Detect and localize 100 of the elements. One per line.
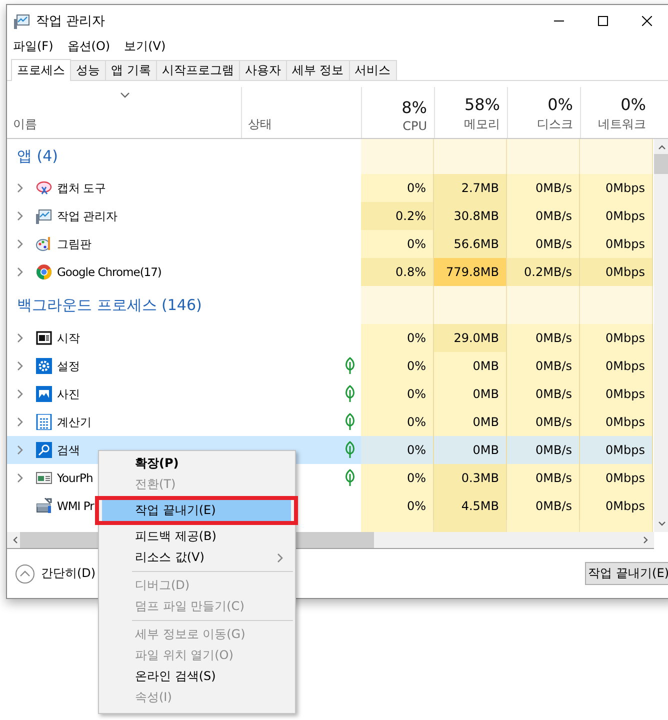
collapse-button[interactable]: 간단히(D) [15,564,96,584]
table-cell: 0MB/s [507,230,580,258]
table-cell: 0Mbps [580,436,653,464]
process-name[interactable]: 그림판 [57,236,92,252]
table-cell: 0Mbps [580,202,653,230]
maximize-icon[interactable] [598,16,608,26]
process-name[interactable]: 작업 관리자 [57,208,118,224]
expand-chevron-icon[interactable] [17,239,23,249]
process-name[interactable]: 시작 [57,330,80,346]
calculator-icon [36,414,52,430]
table-cell: 0MB [434,436,507,464]
expand-chevron-icon[interactable] [17,211,23,221]
process-name[interactable]: 사진 [57,386,80,402]
expand-chevron-icon[interactable] [17,417,23,427]
expand-chevron-icon[interactable] [17,183,23,193]
expand-chevron-icon[interactable] [17,267,23,277]
table-cell: 0Mbps [580,380,653,408]
menu-item[interactable]: 옵션(O) [67,38,110,54]
table-cell: 0Mbps [580,464,653,492]
group-heading: 앱 (4) [16,147,60,166]
table-cell: 0.3MB [434,464,507,492]
table-cell: 0.2% [361,202,434,230]
table-cell: 0% [361,380,434,408]
search-icon [36,442,52,458]
scrollbar-thumb[interactable] [654,154,668,174]
table-cell: 2.7MB [434,174,507,202]
tab[interactable]: 서비스 [348,60,397,80]
context-menu-item[interactable]: 확장(P) [102,453,293,474]
column-header[interactable]: 네트워크 [598,116,646,133]
table-cell: 0MB/s [507,324,580,352]
process-name[interactable]: 계산기 [57,414,92,430]
context-menu-item[interactable]: 피드백 제공(B) [102,526,293,547]
tab[interactable]: 프로세스 [11,59,71,81]
scissors-icon [36,180,52,196]
table-cell: 0MB/s [507,408,580,436]
process-name[interactable]: WMI Pr [57,499,94,513]
context-menu-item[interactable]: 리소스 값(V) [102,547,293,568]
table-cell: 56.6MB [434,230,507,258]
context-menu-item[interactable]: 작업 끝내기(E) [102,500,291,521]
tab[interactable]: 사용자 [238,60,287,80]
menu-item[interactable]: 보기(V) [124,38,166,54]
expand-chevron-icon[interactable] [17,361,23,371]
column-header[interactable]: 이름 [13,116,234,133]
table-cell: 0Mbps [580,230,653,258]
end-task-button[interactable]: 작업 끝내기(E) [585,562,668,585]
column-usage: 8% [402,98,427,117]
process-name[interactable]: 설정 [57,358,80,374]
table-cell: 0MB/s [507,380,580,408]
scroll-up-icon[interactable] [658,144,666,150]
scroll-right-icon[interactable] [643,536,649,544]
table-cell: 0Mbps [580,352,653,380]
context-menu-item[interactable]: 온라인 검색(S) [102,666,293,687]
column-usage: 0% [548,95,573,114]
expand-chevron-icon[interactable] [17,333,23,343]
monitor-icon [36,208,52,224]
table-cell: 0% [361,436,434,464]
sort-chevron-icon[interactable] [120,92,130,98]
expand-chevron-icon[interactable] [17,445,23,455]
table-cell: 0Mbps [580,324,653,352]
table-cell: 0MB/s [507,174,580,202]
scroll-down-icon[interactable] [658,521,666,527]
close-icon[interactable] [642,16,652,26]
expand-chevron-icon[interactable] [17,389,23,399]
table-cell: 4.5MB [434,492,507,520]
table-cell: 0Mbps [580,174,653,202]
gear-icon [36,358,52,374]
table-cell: 0% [361,492,434,520]
table-cell: 0MB/s [507,464,580,492]
tab[interactable]: 시작프로그램 [156,60,240,80]
menu-item[interactable]: 파일(F) [13,38,54,54]
process-name[interactable]: 캡처 도구 [57,180,106,196]
photo-icon [36,386,52,402]
tab[interactable]: 성능 [70,60,106,80]
window-icon [36,330,52,346]
column-header[interactable]: 디스크 [537,116,573,133]
table-cell: 29.0MB [434,324,507,352]
palette-icon [36,236,52,252]
table-cell: 0MB/s [507,492,580,520]
process-name[interactable]: YourPh [57,471,93,485]
window-icon [36,470,52,486]
table-cell: 0MB/s [507,352,580,380]
column-header[interactable]: 메모리 [464,116,500,133]
browser-logo-icon [36,264,52,280]
window-title: 작업 관리자 [36,12,106,30]
monitor-icon [14,12,30,28]
table-cell: 0MB [434,380,507,408]
process-name[interactable]: 검색 [57,442,80,458]
table-cell: 779.8MB [434,258,507,286]
table-cell: 0.2MB/s [507,258,580,286]
process-name[interactable]: Google Chrome(17) [57,265,162,279]
vertical-scrollbar[interactable] [654,139,668,532]
scroll-left-icon[interactable] [12,536,18,544]
tab[interactable]: 세부 정보 [286,60,350,80]
column-header[interactable]: 상태 [248,116,272,133]
column-header[interactable]: CPU [402,119,427,133]
expand-chevron-icon[interactable] [17,473,23,483]
tab[interactable]: 앱 기록 [105,60,157,80]
collapse-icon [15,564,35,584]
table-cell: 0Mbps [580,492,653,520]
table-cell: 0% [361,464,434,492]
